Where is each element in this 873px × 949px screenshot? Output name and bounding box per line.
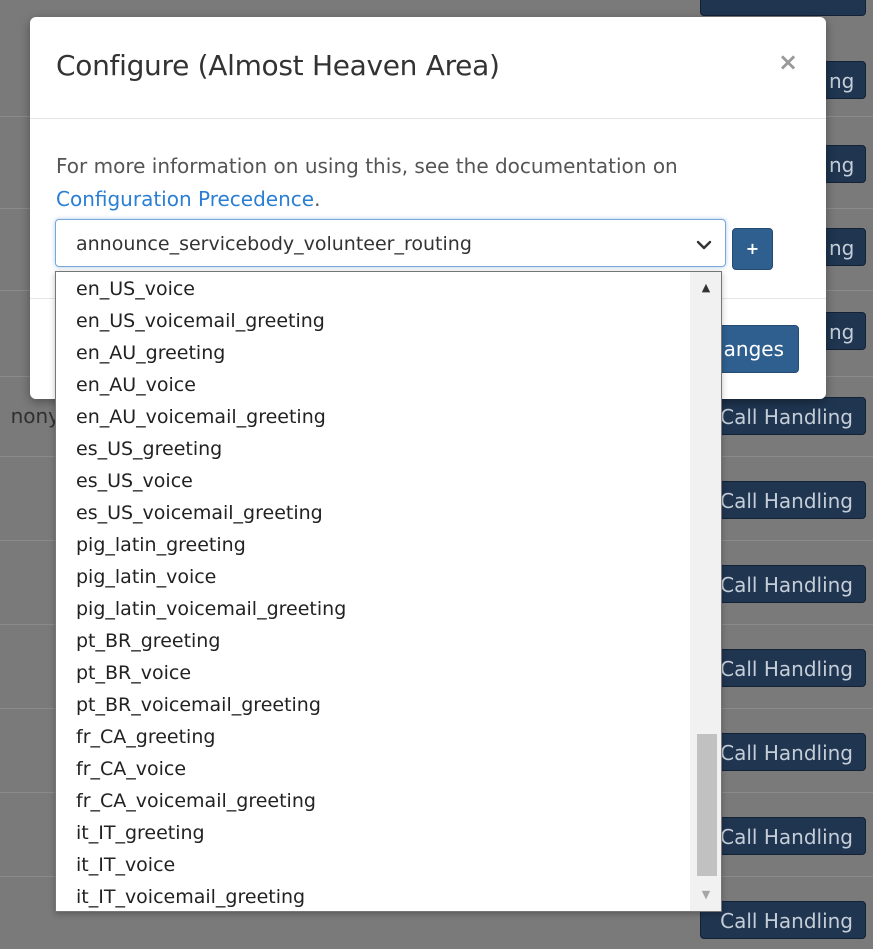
dropdown-option[interactable]: pt_BR_voicemail_greeting [56,689,692,721]
dropdown-option[interactable]: it_IT_greeting [56,817,692,849]
call-handling-button[interactable]: Call Handling [700,817,866,855]
call-handling-button[interactable]: Call Handling [700,901,866,939]
scroll-down-arrow-icon[interactable]: ▼ [691,879,721,911]
dropdown-option[interactable]: en_AU_voice [56,369,692,401]
select-dropdown-list[interactable]: en_US_voice en_US_voicemail_greeting en_AU… [55,271,722,912]
dropdown-option[interactable]: es_US_voicemail_greeting [56,497,692,529]
dropdown-option[interactable]: es_US_voice [56,465,692,497]
configuration-precedence-link[interactable]: Configuration Precedence [56,187,314,211]
dropdown-option[interactable]: fr_CA_voicemail_greeting [56,785,692,817]
dropdown-option[interactable]: en_AU_voicemail_greeting [56,401,692,433]
dropdown-option[interactable]: en_US_voice [56,273,692,305]
dropdown-option[interactable]: pig_latin_voice [56,561,692,593]
dropdown-option[interactable]: pig_latin_voicemail_greeting [56,593,692,625]
call-handling-button[interactable]: Call Handling [700,649,866,687]
scrollbar-thumb[interactable] [697,734,717,876]
dropdown-option[interactable]: en_US_voicemail_greeting [56,305,692,337]
call-handling-button[interactable] [700,0,866,16]
dropdown-option[interactable]: it_IT_voicemail_greeting [56,881,692,911]
chevron-down-icon [693,220,715,268]
call-handling-button[interactable]: Call Handling [700,481,866,519]
description-period: . [314,187,321,211]
background-row-text: nony [10,404,60,428]
dropdown-option[interactable]: it_IT_voice [56,849,692,881]
config-key-select[interactable]: announce_servicebody_volunteer_routing [55,219,726,267]
dropdown-options: en_US_voice en_US_voicemail_greeting en_AU… [56,273,692,911]
call-handling-button[interactable]: Call Handling [700,565,866,603]
dropdown-option[interactable]: fr_CA_greeting [56,721,692,753]
dropdown-option[interactable]: en_AU_greeting [56,337,692,369]
dropdown-option[interactable]: pt_BR_greeting [56,625,692,657]
modal-description: For more information on using this, see … [56,150,816,216]
modal-header: Configure (Almost Heaven Area) × [30,17,826,119]
close-icon[interactable]: × [776,47,800,77]
dropdown-option[interactable]: fr_CA_voice [56,753,692,785]
dropdown-option[interactable]: pig_latin_greeting [56,529,692,561]
dropdown-option[interactable]: es_US_greeting [56,433,692,465]
call-handling-button[interactable]: Call Handling [700,397,866,435]
scroll-up-arrow-icon[interactable]: ▲ [691,272,721,304]
add-config-button[interactable]: + [732,228,773,270]
call-handling-button[interactable]: Call Handling [700,733,866,771]
select-selected-value: announce_servicebody_volunteer_routing [76,233,472,255]
modal-title: Configure (Almost Heaven Area) [56,49,500,82]
description-text: For more information on using this, see … [56,154,678,178]
dropdown-scrollbar[interactable]: ▲ ▼ [690,272,721,911]
dropdown-option[interactable]: pt_BR_voice [56,657,692,689]
